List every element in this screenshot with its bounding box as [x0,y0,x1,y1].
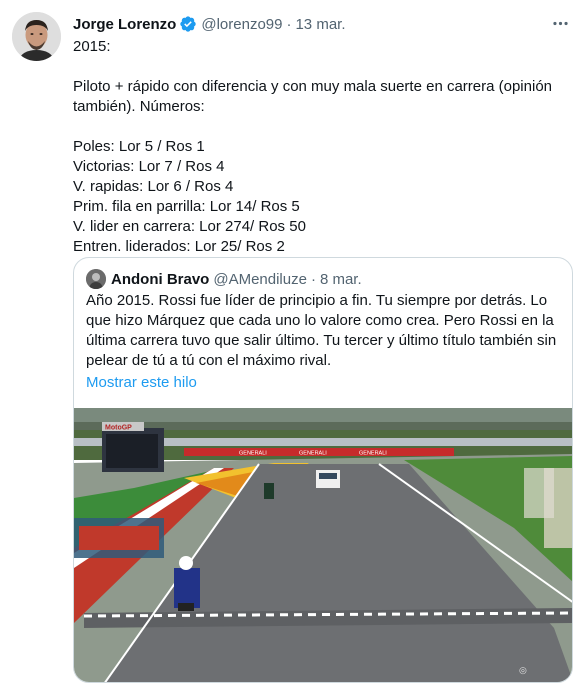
tweet[interactable]: Jorge Lorenzo @lorenzo99 · 13 mar. 2015:… [0,0,587,683]
more-horizontal-icon[interactable] [549,12,571,34]
author-handle[interactable]: @lorenzo99 [201,16,282,33]
motogp-board-text: MotoGP [105,425,132,432]
quoted-tweet[interactable]: Andoni Bravo @AMendiluze · 8 mar. Año 20… [73,257,573,683]
quoted-author-name: Andoni Bravo [111,270,210,288]
verified-badge-icon [179,15,197,33]
tweet-header: Jorge Lorenzo @lorenzo99 · 13 mar. [73,13,346,35]
tweet-line: Victorias: Lor 7 / Ros 4 [73,158,225,175]
separator-dot: · [286,15,292,33]
generali-banner-text: GENERALI [299,451,327,457]
quoted-author-handle: @AMendiluze [213,270,307,288]
tweet-text: 2015: Piloto + rápido con diferencia y c… [73,37,573,257]
quoted-tweet-text: Año 2015. Rossi fue líder de principio a… [86,292,557,369]
svg-text:◎: ◎ [519,665,527,675]
tweet-line: V. rapidas: Lor 6 / Ros 4 [73,178,234,195]
tweet-line: Entren. liderados: Lor 25/ Ros 2 [73,238,285,255]
race-photo[interactable]: GENERALI GENERALI GENERALI MotoGP ◎ [74,408,572,682]
tweet-line: V. lider en carrera: Lor 274/ Ros 50 [73,218,306,235]
author-name[interactable]: Jorge Lorenzo [73,16,176,33]
generali-banner-text: GENERALI [359,451,387,457]
tweet-date[interactable]: 13 mar. [295,16,345,33]
author-avatar[interactable] [12,12,61,61]
quoted-tweet-header: Andoni Bravo @AMendiluze · 8 mar. [86,269,362,289]
tweet-line: Piloto + rápido con diferencia y con muy… [73,78,553,115]
quoted-tweet-date: 8 mar. [319,270,362,288]
quoted-author-avatar [86,269,106,289]
separator-dot: · [310,270,316,288]
tweet-line: Prim. fila en parrilla: Lor 14/ Ros 5 [73,198,300,215]
tweet-line: Poles: Lor 5 / Ros 1 [73,138,205,155]
tweet-line: 2015: [73,38,111,55]
generali-banner-text: GENERALI [239,451,267,457]
show-thread-link[interactable]: Mostrar este hilo [86,373,197,393]
